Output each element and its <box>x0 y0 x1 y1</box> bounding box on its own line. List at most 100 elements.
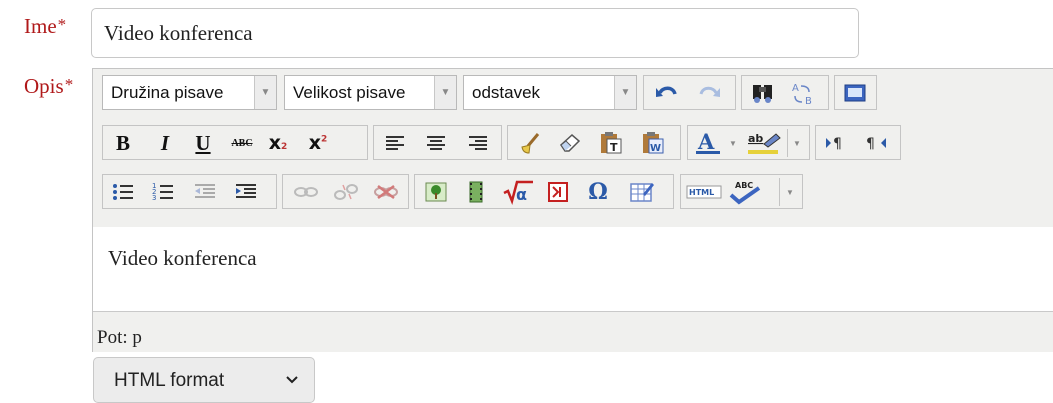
cleanup-button[interactable] <box>516 129 546 157</box>
spellcheck-button[interactable]: ABC <box>726 178 764 206</box>
table-button[interactable] <box>627 178 657 206</box>
svg-text:ab: ab <box>748 132 763 145</box>
bullet-list-icon <box>113 184 133 200</box>
text-color-dropdown[interactable]: ▼ <box>726 129 740 157</box>
list-group: 123 <box>102 174 277 209</box>
italic-icon: I <box>160 130 170 155</box>
remove-format-icon <box>560 133 581 152</box>
subscript-icon: x2 <box>268 132 288 154</box>
cleanup-icon <box>521 133 540 154</box>
chevron-down-icon: ▼ <box>254 76 276 109</box>
highlight-color-icon: ab <box>748 132 781 154</box>
align-left-button[interactable] <box>380 129 410 157</box>
highlight-color-dropdown[interactable]: ▼ <box>787 129 806 157</box>
numbered-list-button[interactable]: 123 <box>148 178 178 206</box>
unlink-button[interactable] <box>331 178 361 206</box>
remove-format-button[interactable] <box>555 129 585 157</box>
redo-button[interactable] <box>694 79 724 107</box>
rtl-icon: ¶ <box>866 136 886 152</box>
underline-icon: U <box>195 130 211 155</box>
strikethrough-icon: ABC <box>231 137 253 149</box>
subscript-button[interactable]: x2 <box>263 129 293 157</box>
indent-button[interactable] <box>231 178 261 206</box>
text-color-icon: A <box>696 130 720 154</box>
editor-status-bar: Pot: p <box>93 311 1053 352</box>
ltr-button[interactable]: ¶ <box>822 129 852 157</box>
align-center-icon <box>427 136 445 150</box>
align-group <box>373 125 502 160</box>
underline-button[interactable]: U <box>188 129 218 157</box>
svg-text:ABC: ABC <box>735 181 753 190</box>
highlight-color-button[interactable]: ab <box>744 129 784 157</box>
bullet-list-button[interactable] <box>108 178 138 206</box>
indent-icon <box>236 184 256 198</box>
spellcheck-dropdown[interactable]: ▼ <box>779 178 800 206</box>
fullscreen-group <box>834 75 877 110</box>
description-label: Opis* <box>24 74 74 98</box>
fullscreen-icon <box>844 84 866 102</box>
equation-icon: α <box>503 180 533 205</box>
find-icon <box>753 85 772 103</box>
bold-button[interactable]: B <box>108 129 138 157</box>
text-style-group: B I U ABC x2 x2 <box>102 125 368 160</box>
bold-icon: B <box>115 130 130 155</box>
anchor-icon <box>374 185 398 199</box>
chevron-down-icon: ▼ <box>729 138 737 148</box>
paste-word-button[interactable]: W <box>638 129 668 157</box>
text-color-button[interactable]: A <box>692 129 726 157</box>
insert-group: α Ω <box>414 174 674 209</box>
special-char-button[interactable]: Ω <box>583 178 613 206</box>
superscript-button[interactable]: x2 <box>303 129 333 157</box>
chevron-down-icon: ▼ <box>793 138 801 148</box>
replace-button[interactable]: AB <box>788 79 818 107</box>
paste-text-button[interactable]: T <box>596 129 626 157</box>
image-button[interactable] <box>421 178 451 206</box>
tools-group: HTML ABC ▼ <box>680 174 803 209</box>
chevron-down-icon: ▼ <box>434 76 456 109</box>
paste-text-icon: T <box>601 132 622 154</box>
align-right-button[interactable] <box>463 129 493 157</box>
spellcheck-icon: ABC <box>729 181 761 205</box>
nolink-button[interactable] <box>543 178 573 206</box>
anchor-button[interactable] <box>371 178 401 206</box>
redo-icon <box>699 86 720 97</box>
svg-text:HTML: HTML <box>689 188 714 197</box>
media-button[interactable] <box>461 178 491 206</box>
outdent-button[interactable] <box>190 178 220 206</box>
image-icon <box>425 182 447 202</box>
chevron-down-icon: ▼ <box>786 187 794 197</box>
equation-button[interactable]: α <box>501 178 535 206</box>
unlink-icon <box>334 184 358 200</box>
undo-button[interactable] <box>652 79 682 107</box>
nolink-icon <box>548 182 568 202</box>
rtl-button[interactable]: ¶ <box>862 129 892 157</box>
block-format-select[interactable]: odstavek ▼ <box>463 75 637 110</box>
align-center-button[interactable] <box>421 129 451 157</box>
strikethrough-button[interactable]: ABC <box>227 129 257 157</box>
replace-icon: AB <box>792 83 812 106</box>
italic-button[interactable]: I <box>150 129 180 157</box>
svg-text:3: 3 <box>152 194 156 202</box>
text-format-select[interactable]: HTML format <box>93 357 315 403</box>
find-button[interactable] <box>748 79 778 107</box>
font-size-select[interactable]: Velikost pisave ▼ <box>284 75 457 110</box>
svg-text:B: B <box>805 96 812 106</box>
link-group <box>282 174 409 209</box>
fullscreen-button[interactable] <box>840 79 870 107</box>
undo-icon <box>656 86 677 97</box>
undo-redo-group <box>643 75 736 110</box>
name-label: Ime* <box>24 14 67 38</box>
link-button[interactable] <box>291 178 321 206</box>
color-group: A ▼ ab ▼ <box>687 125 810 160</box>
svg-text:A: A <box>697 130 715 154</box>
html-source-button[interactable]: HTML <box>685 178 723 206</box>
find-group: AB <box>741 75 829 110</box>
editor-content[interactable]: Video konferenca <box>93 227 1053 311</box>
font-family-select[interactable]: Družina pisave ▼ <box>102 75 277 110</box>
name-input[interactable] <box>91 8 859 58</box>
numbered-list-icon: 123 <box>152 182 173 202</box>
align-right-icon <box>469 136 487 150</box>
editor-content-text: Video konferenca <box>108 246 257 270</box>
required-mark: * <box>64 75 74 94</box>
editor-toolbar: Družina pisave ▼ Velikost pisave ▼ odsta… <box>93 69 1053 228</box>
